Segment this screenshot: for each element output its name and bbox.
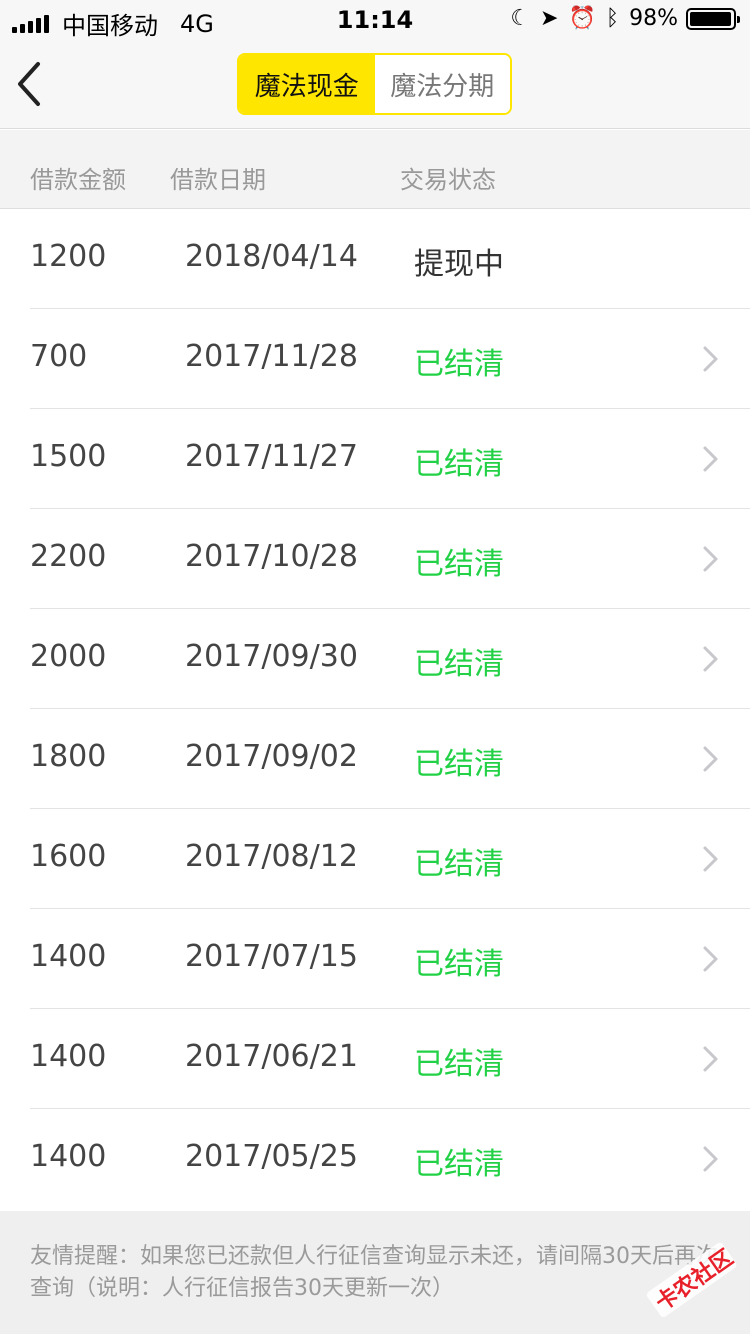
header-date: 借款日期: [170, 166, 266, 194]
loan-amount: 1600: [30, 839, 107, 874]
loan-amount: 1400: [30, 939, 107, 974]
loan-status: 已结清: [414, 347, 504, 382]
table-row[interactable]: 1400 2017/07/15 已结清: [0, 909, 750, 1009]
chevron-right-icon[interactable]: [698, 645, 722, 673]
loan-date: 2017/08/12: [185, 839, 358, 874]
loan-date: 2017/10/28: [185, 539, 358, 574]
chevron-right-icon[interactable]: [698, 345, 722, 373]
nav-bar: 魔法现金 魔法分期: [0, 40, 750, 129]
notice-text: 友情提醒：如果您已还款但人行征信查询显示未还，请间隔30天后再次查询（说明：人行…: [30, 1244, 718, 1301]
table-row[interactable]: 2200 2017/10/28 已结清: [0, 509, 750, 609]
table-row[interactable]: 1600 2017/08/12 已结清: [0, 809, 750, 909]
header-status: 交易状态: [400, 166, 496, 194]
table-row[interactable]: 1800 2017/09/02 已结清: [0, 709, 750, 809]
chevron-right-icon[interactable]: [698, 445, 722, 473]
chevron-right-icon[interactable]: [698, 1145, 722, 1173]
loan-status: 已结清: [414, 547, 504, 582]
watermark-text: 卡农社区: [651, 1244, 738, 1316]
loan-date: 2017/05/25: [185, 1139, 358, 1174]
loan-status: 已结清: [414, 747, 504, 782]
loan-amount: 1200: [30, 239, 107, 274]
table-row[interactable]: 1400 2017/05/25 已结清: [0, 1109, 750, 1209]
loan-date: 2017/06/21: [185, 1039, 358, 1074]
loan-amount: 2000: [30, 639, 107, 674]
status-bar: 中国移动 4G 11:14 ☾ ➤ ⏰ ᛒ 98%: [0, 0, 750, 40]
loan-amount: 1500: [30, 439, 107, 474]
chevron-left-icon: [18, 62, 40, 106]
loan-date: 2017/07/15: [185, 939, 358, 974]
loan-date: 2018/04/14: [185, 239, 358, 274]
loan-status: 提现中: [414, 247, 504, 282]
alarm-icon: ⏰: [568, 6, 596, 31]
table-row[interactable]: 1500 2017/11/27 已结清: [0, 409, 750, 509]
battery-percent: 98%: [629, 6, 678, 31]
loan-amount: 2200: [30, 539, 107, 574]
loan-status: 已结清: [414, 447, 504, 482]
chevron-right-icon[interactable]: [698, 545, 722, 573]
tab-switcher: 魔法现金 魔法分期: [237, 53, 512, 115]
loan-date: 2017/11/27: [185, 439, 358, 474]
chevron-right-icon[interactable]: [698, 945, 722, 973]
loan-status: 已结清: [414, 847, 504, 882]
watermark-logo: 卡农社区: [646, 1242, 738, 1317]
tab-magic-installment[interactable]: 魔法分期: [374, 55, 510, 113]
table-row[interactable]: 2000 2017/09/30 已结清: [0, 609, 750, 709]
back-button[interactable]: [8, 56, 56, 112]
location-icon: ➤: [540, 6, 559, 31]
loan-amount: 1800: [30, 739, 107, 774]
status-right: ☾ ➤ ⏰ ᛒ 98%: [500, 6, 740, 31]
table-row[interactable]: 1400 2017/06/21 已结清: [0, 1009, 750, 1109]
moon-icon: ☾: [510, 6, 531, 31]
battery-icon: [686, 7, 740, 30]
loan-amount: 1400: [30, 1139, 107, 1174]
loan-status: 已结清: [414, 1147, 504, 1182]
chevron-right-icon[interactable]: [698, 745, 722, 773]
loan-amount: 1400: [30, 1039, 107, 1074]
loan-date: 2017/09/30: [185, 639, 358, 674]
loan-amount: 700: [30, 339, 88, 374]
tab-magic-cash[interactable]: 魔法现金: [239, 55, 375, 113]
chevron-right-icon[interactable]: [698, 845, 722, 873]
header-amount: 借款金额: [30, 166, 126, 194]
loan-date: 2017/11/28: [185, 339, 358, 374]
table-header: 借款金额 借款日期 交易状态: [0, 130, 750, 209]
loan-list: 1200 2018/04/14 提现中 700 2017/11/28 已结清 1500 201…: [0, 209, 750, 1209]
battery-fill: [690, 11, 732, 26]
loan-status: 已结清: [414, 1047, 504, 1082]
loan-status: 已结清: [414, 947, 504, 982]
table-row: 1200 2018/04/14 提现中: [0, 209, 750, 309]
loan-date: 2017/09/02: [185, 739, 358, 774]
bluetooth-icon: ᛒ: [605, 6, 620, 31]
chevron-right-icon[interactable]: [698, 1045, 722, 1073]
loan-status: 已结清: [414, 647, 504, 682]
table-row[interactable]: 700 2017/11/28 已结清: [0, 309, 750, 409]
